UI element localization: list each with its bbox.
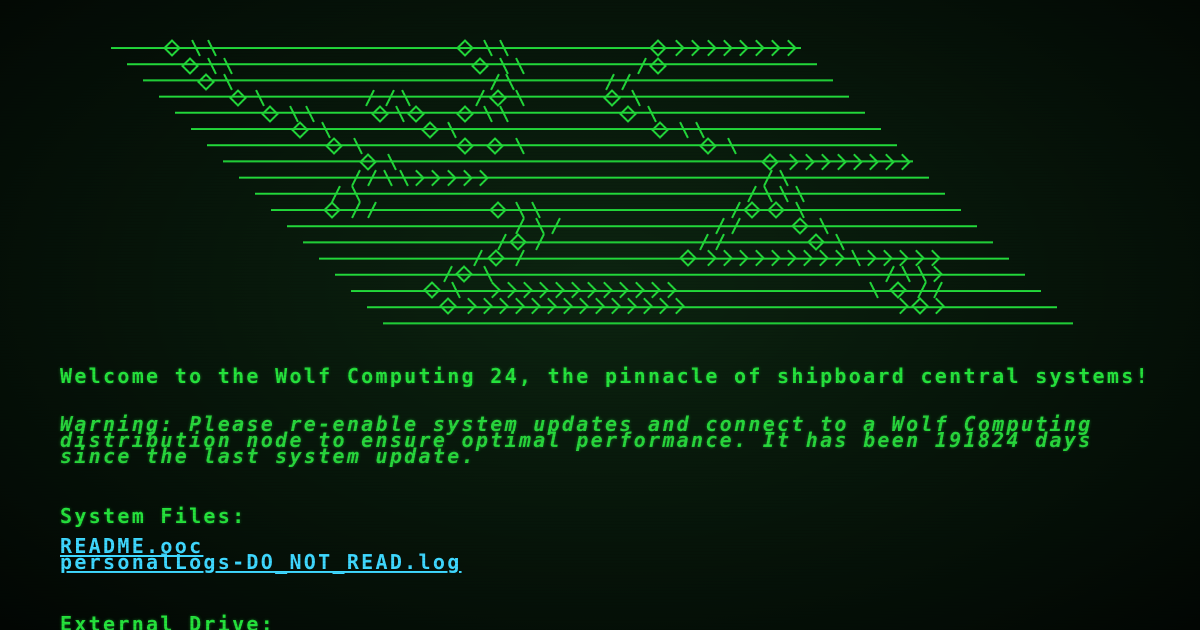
system-files-list: README.ooc personalLogs-DO_NOT_READ.log [60,536,462,572]
external-drive-heading: External Drive: [60,612,276,630]
wolf-computing-ascii-logo [111,39,1073,325]
terminal-screen: Welcome to the Wolf Computing 24, the pi… [0,0,1200,630]
update-warning: Warning: Please re-enable system updates… [60,412,1093,468]
welcome-message: Welcome to the Wolf Computing 24, the pi… [60,364,1150,388]
system-files-heading: System Files: [60,504,247,528]
file-link-personal-logs[interactable]: personalLogs-DO_NOT_READ.log [60,552,462,572]
